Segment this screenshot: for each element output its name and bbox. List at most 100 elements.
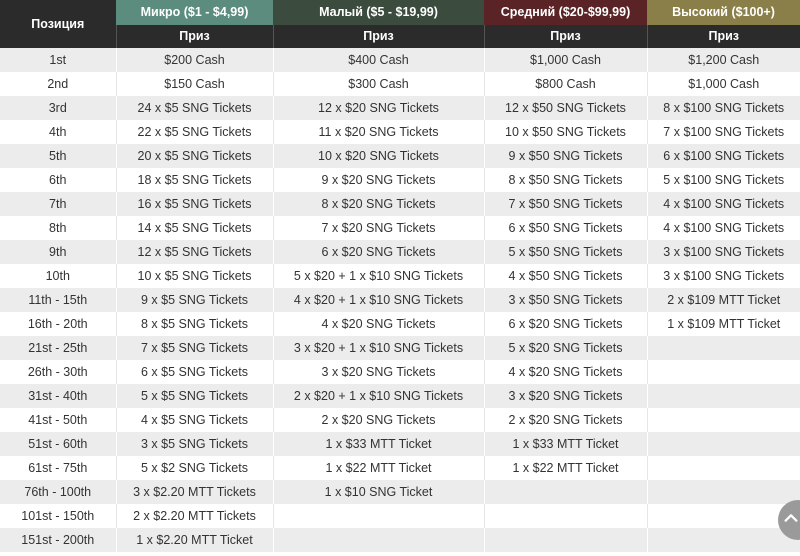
prize-header: Приз	[272, 24, 484, 48]
table-row: 31st - 40th 5 x $5 SNG Tickets 2 x $20 + 1…	[0, 384, 800, 408]
prize-cell-micro: 12 x $5 SNG Tickets	[115, 240, 273, 264]
prize-cell-small: 8 x $20 SNG Tickets	[272, 192, 484, 216]
position-cell: 61st - 75th	[0, 456, 116, 480]
table-row: 6th 18 x $5 SNG Tickets 9 x $20 SNG Ticket…	[0, 168, 800, 192]
prize-cell-high: $1,200 Cash	[646, 48, 800, 72]
prize-cell-medium: 4 x $20 SNG Tickets	[483, 360, 647, 384]
tier-header-medium: Средний ($20-$99,99)	[484, 0, 647, 25]
prize-cell-medium: 4 x $50 SNG Tickets	[483, 264, 647, 288]
prize-cell-micro: 14 x $5 SNG Tickets	[115, 216, 273, 240]
prize-cell-high	[646, 384, 800, 408]
table-row: 21st - 25th 7 x $5 SNG Tickets 3 x $20 + 1…	[0, 336, 800, 360]
position-cell: 6th	[0, 168, 116, 192]
prize-cell-medium	[483, 504, 647, 528]
prize-cell-high: 5 x $100 SNG Tickets	[646, 168, 800, 192]
prize-cell-small: $300 Cash	[272, 72, 484, 96]
table-row: 11th - 15th 9 x $5 SNG Tickets 4 x $20 + 1…	[0, 288, 800, 312]
chevron-up-icon	[784, 509, 800, 532]
prize-cell-medium	[483, 480, 647, 504]
prize-cell-micro: 4 x $5 SNG Tickets	[115, 408, 273, 432]
table-row: 16th - 20th 8 x $5 SNG Tickets 4 x $20 SNG…	[0, 312, 800, 336]
position-cell: 8th	[0, 216, 116, 240]
prize-cell-small: 2 x $20 SNG Tickets	[272, 408, 484, 432]
prize-cell-medium: 5 x $20 SNG Tickets	[483, 336, 647, 360]
prize-cell-high	[646, 456, 800, 480]
position-cell: 2nd	[0, 72, 116, 96]
table-row: 1st $200 Cash $400 Cash $1,000 Cash $1,200 C…	[0, 48, 800, 72]
prize-cell-medium: 10 x $50 SNG Tickets	[483, 120, 647, 144]
prize-cell-high	[646, 504, 800, 528]
prize-cell-micro: 16 x $5 SNG Tickets	[115, 192, 273, 216]
prize-cell-small: 3 x $20 + 1 x $10 SNG Tickets	[272, 336, 484, 360]
table-row: 76th - 100th 3 x $2.20 MTT Tickets 1 x $10…	[0, 480, 800, 504]
tier-header-small: Малый ($5 - $19,99)	[273, 0, 484, 25]
position-cell: 101st - 150th	[0, 504, 116, 528]
prize-cell-medium: 5 x $50 SNG Tickets	[483, 240, 647, 264]
prize-cell-small: 9 x $20 SNG Tickets	[272, 168, 484, 192]
table-row: 4th 22 x $5 SNG Tickets 11 x $20 SNG Ticke…	[0, 120, 800, 144]
table-row: 151st - 200th 1 x $2.20 MTT Ticket	[0, 528, 800, 552]
prize-cell-medium: 7 x $50 SNG Tickets	[483, 192, 647, 216]
table-row: 41st - 50th 4 x $5 SNG Tickets 2 x $20 SNG…	[0, 408, 800, 432]
prize-cell-medium: 3 x $50 SNG Tickets	[483, 288, 647, 312]
prize-cell-micro: 2 x $2.20 MTT Tickets	[115, 504, 273, 528]
prize-cell-high	[646, 336, 800, 360]
prize-cell-high	[646, 408, 800, 432]
prize-header: Приз	[483, 24, 647, 48]
prize-cell-high: 6 x $100 SNG Tickets	[646, 144, 800, 168]
table-row: 8th 14 x $5 SNG Tickets 7 x $20 SNG Ticket…	[0, 216, 800, 240]
prize-cell-small	[272, 504, 484, 528]
prize-cell-medium: 1 x $33 MTT Ticket	[483, 432, 647, 456]
prize-cell-micro: $200 Cash	[115, 48, 273, 72]
tier-header-micro: Микро ($1 - $4,99)	[116, 0, 273, 25]
prize-cell-micro: 7 x $5 SNG Tickets	[115, 336, 273, 360]
prize-cell-small: 1 x $33 MTT Ticket	[272, 432, 484, 456]
table-row: 101st - 150th 2 x $2.20 MTT Tickets	[0, 504, 800, 528]
prize-cell-high: 8 x $100 SNG Tickets	[646, 96, 800, 120]
prize-cell-micro: 6 x $5 SNG Tickets	[115, 360, 273, 384]
position-cell: 1st	[0, 48, 116, 72]
prize-cell-medium: 6 x $50 SNG Tickets	[483, 216, 647, 240]
prize-cell-high: 3 x $100 SNG Tickets	[646, 240, 800, 264]
prize-cell-small: 6 x $20 SNG Tickets	[272, 240, 484, 264]
position-cell: 5th	[0, 144, 116, 168]
prize-cell-small	[272, 528, 484, 552]
prize-cell-small: 7 x $20 SNG Tickets	[272, 216, 484, 240]
prize-cell-high: 4 x $100 SNG Tickets	[646, 192, 800, 216]
prize-cell-micro: 24 x $5 SNG Tickets	[115, 96, 273, 120]
prize-cell-high: 3 x $100 SNG Tickets	[646, 264, 800, 288]
position-cell: 41st - 50th	[0, 408, 116, 432]
prize-cell-medium: $1,000 Cash	[483, 48, 647, 72]
position-cell: 10th	[0, 264, 116, 288]
position-header: Позиция	[0, 0, 116, 48]
prize-cell-micro: 8 x $5 SNG Tickets	[115, 312, 273, 336]
prize-cell-high	[646, 360, 800, 384]
prize-cell-micro: 10 x $5 SNG Tickets	[115, 264, 273, 288]
prize-cell-medium: 3 x $20 SNG Tickets	[483, 384, 647, 408]
position-cell: 31st - 40th	[0, 384, 116, 408]
position-cell: 51st - 60th	[0, 432, 116, 456]
prize-cell-small: 4 x $20 + 1 x $10 SNG Tickets	[272, 288, 484, 312]
prize-cell-small: 5 x $20 + 1 x $10 SNG Tickets	[272, 264, 484, 288]
prize-cell-medium: $800 Cash	[483, 72, 647, 96]
position-cell: 151st - 200th	[0, 528, 116, 552]
table-row: 9th 12 x $5 SNG Tickets 6 x $20 SNG Ticket…	[0, 240, 800, 264]
prize-cell-medium	[483, 528, 647, 552]
prize-cell-micro: 20 x $5 SNG Tickets	[115, 144, 273, 168]
prize-cell-small: 3 x $20 SNG Tickets	[272, 360, 484, 384]
prize-cell-small: 1 x $22 MTT Ticket	[272, 456, 484, 480]
prize-cell-high: 2 x $109 MTT Ticket	[646, 288, 800, 312]
prize-cell-micro: 9 x $5 SNG Tickets	[115, 288, 273, 312]
prize-cell-high: 4 x $100 SNG Tickets	[646, 216, 800, 240]
prize-cell-high	[646, 528, 800, 552]
prize-cell-micro: 22 x $5 SNG Tickets	[115, 120, 273, 144]
position-cell: 9th	[0, 240, 116, 264]
prize-table: Позиция Микро ($1 - $4,99) Малый ($5 - $…	[0, 0, 800, 552]
prize-cell-small: 12 x $20 SNG Tickets	[272, 96, 484, 120]
table-row: 2nd $150 Cash $300 Cash $800 Cash $1,000 Cas…	[0, 72, 800, 96]
table-row: 51st - 60th 3 x $5 SNG Tickets 1 x $33 MTT…	[0, 432, 800, 456]
prize-cell-high	[646, 480, 800, 504]
prize-cell-small: 2 x $20 + 1 x $10 SNG Tickets	[272, 384, 484, 408]
prize-cell-medium: 6 x $20 SNG Tickets	[483, 312, 647, 336]
prize-cell-high: 7 x $100 SNG Tickets	[646, 120, 800, 144]
